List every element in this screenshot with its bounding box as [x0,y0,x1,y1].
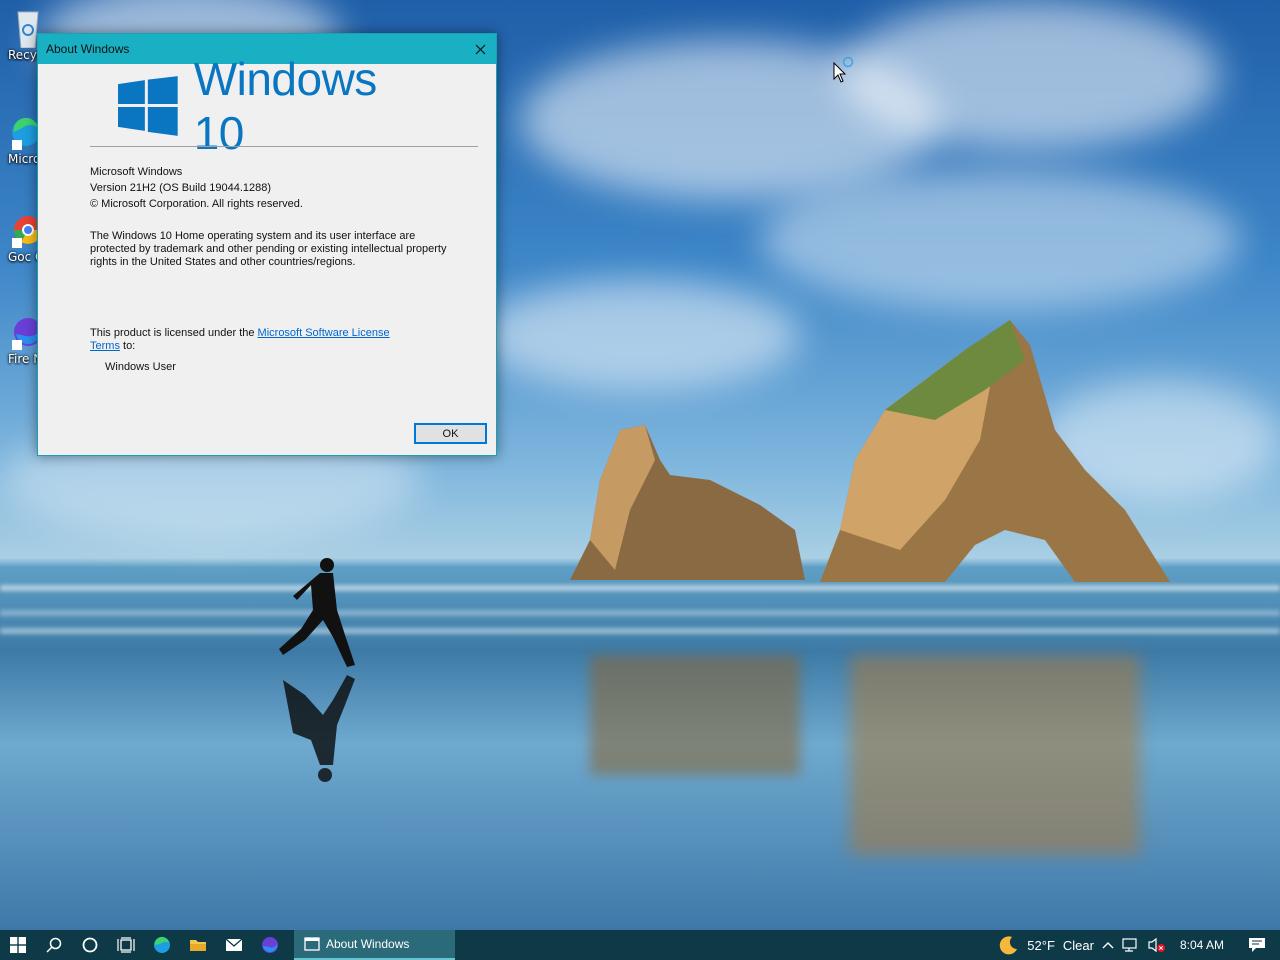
weather-temperature: 52°F [1027,937,1055,953]
license-text: This product is licensed under the Micro… [90,327,400,353]
desktop-icon-firefox[interactable]: Fire Nig [0,312,40,366]
chevron-up-icon [1102,942,1114,949]
license-prefix: This product is licensed under the [90,327,258,339]
desktop-icon-chrome[interactable]: Goc Chro [0,210,40,264]
licensed-user: Windows User [105,361,176,373]
taskbar-app-label: About Windows [326,937,410,951]
network-button[interactable] [1118,930,1144,960]
volume-muted-icon [1148,937,1165,953]
license-suffix: to: [119,340,136,352]
ok-button[interactable]: OK [414,423,487,444]
desktop-icon-recycle-bin[interactable]: Recyc [0,8,40,62]
product-name: Microsoft Windows [90,166,183,178]
right-rock [820,320,1170,582]
cortana-icon [82,937,98,953]
action-center-button[interactable] [1240,930,1280,960]
legal-text: The Windows 10 Home operating system and… [90,230,447,268]
mouse-cursor-icon [833,62,847,83]
task-view-icon [117,937,135,953]
clock-time: 8:04 AM [1179,938,1224,952]
window-icon [304,937,320,951]
moon-icon [1000,936,1018,955]
folder-icon [190,940,206,951]
taskbar-firefox[interactable] [252,930,288,960]
about-windows-dialog: About Windows Windows 10 Microsoft Windo… [37,33,497,456]
mail-icon [225,938,243,951]
runner-silhouette [279,558,355,667]
start-button[interactable] [0,930,36,960]
edge-icon [154,936,170,953]
firefox-icon [12,318,40,350]
show-hidden-icons-button[interactable] [1098,930,1118,960]
close-icon [475,44,485,54]
weather-widget[interactable]: 52°F Clear [995,930,1098,960]
copyright-text: © Microsoft Corporation. All rights rese… [90,198,303,210]
recycle-bin-icon [17,11,39,48]
version-info: Microsoft Windows Version 21H2 (OS Build… [90,164,303,212]
dialog-title: About Windows [46,42,130,56]
windows-flag-icon [118,76,178,136]
windows-logo-text: Windows 10 [193,53,378,159]
cortana-button[interactable] [72,930,108,960]
volume-button[interactable] [1144,930,1170,960]
taskbar-edge[interactable] [144,930,180,960]
search-button[interactable] [36,930,72,960]
close-button[interactable] [464,34,496,64]
chrome-icon [12,216,40,248]
windows-start-icon [10,937,26,953]
taskbar-file-explorer[interactable] [180,930,216,960]
dialog-divider [90,146,478,147]
taskbar: About Windows 52°F Clear 8:04 AM [0,930,1280,960]
edge-icon [12,117,40,150]
left-rock [570,425,805,580]
runner-reflection [283,675,355,782]
weather-description: Clear [1062,937,1094,953]
taskbar-mail[interactable] [216,930,252,960]
task-view-button[interactable] [108,930,144,960]
taskbar-about-windows[interactable]: About Windows [294,930,455,960]
windows-logo: Windows 10 [118,53,438,159]
network-icon [1122,938,1137,952]
notification-icon [1249,938,1265,952]
system-tray: 52°F Clear 8:04 AM [995,930,1280,960]
clock[interactable]: 8:04 AM [1170,930,1240,960]
version-text: Version 21H2 (OS Build 19044.1288) [90,182,272,194]
firefox-icon [262,937,278,953]
desktop-icon-edge[interactable]: Micro Ed [0,112,40,166]
search-icon [46,937,62,953]
